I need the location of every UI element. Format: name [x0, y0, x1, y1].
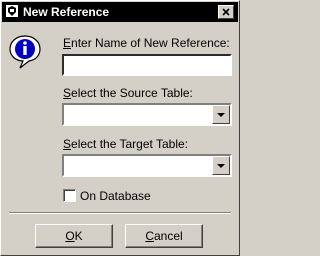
source-table-label: Select the Source Table:	[63, 86, 193, 100]
ok-button[interactable]: OK	[35, 224, 113, 248]
button-label: ancel	[153, 229, 183, 243]
target-table-dropdown-button[interactable]	[212, 156, 230, 175]
mnemonic: S	[63, 86, 72, 100]
source-table-dropdown-button[interactable]	[212, 105, 230, 124]
source-table-select[interactable]	[62, 103, 232, 126]
reference-name-input[interactable]	[62, 54, 232, 76]
label-text: elect the Target Table:	[71, 137, 188, 151]
close-icon	[222, 8, 230, 16]
reference-name-label: Enter Name of New Reference:	[63, 36, 230, 50]
mnemonic: C	[145, 229, 154, 243]
mnemonic: O	[65, 229, 75, 243]
target-table-label: Select the Target Table:	[63, 137, 188, 151]
mnemonic: S	[63, 137, 72, 151]
chevron-down-icon	[217, 113, 225, 117]
mnemonic: E	[63, 36, 72, 50]
target-table-select[interactable]	[62, 154, 232, 177]
info-icon	[9, 35, 41, 69]
cancel-button[interactable]: Cancel	[125, 224, 203, 248]
on-database-label[interactable]: On Database	[80, 189, 151, 203]
label-text: elect the Source Table:	[71, 86, 193, 100]
divider	[9, 212, 231, 214]
reference-app-icon	[6, 5, 18, 17]
title-bar[interactable]: New Reference	[2, 2, 238, 22]
close-button[interactable]	[218, 5, 234, 19]
label-text: nter Name of New Reference:	[71, 36, 230, 50]
button-label: K	[74, 229, 83, 243]
new-reference-dialog: New Reference Enter Name of New Referenc…	[0, 0, 240, 256]
chevron-down-icon	[217, 164, 225, 168]
window-title: New Reference	[23, 5, 110, 19]
on-database-checkbox[interactable]	[63, 189, 76, 202]
